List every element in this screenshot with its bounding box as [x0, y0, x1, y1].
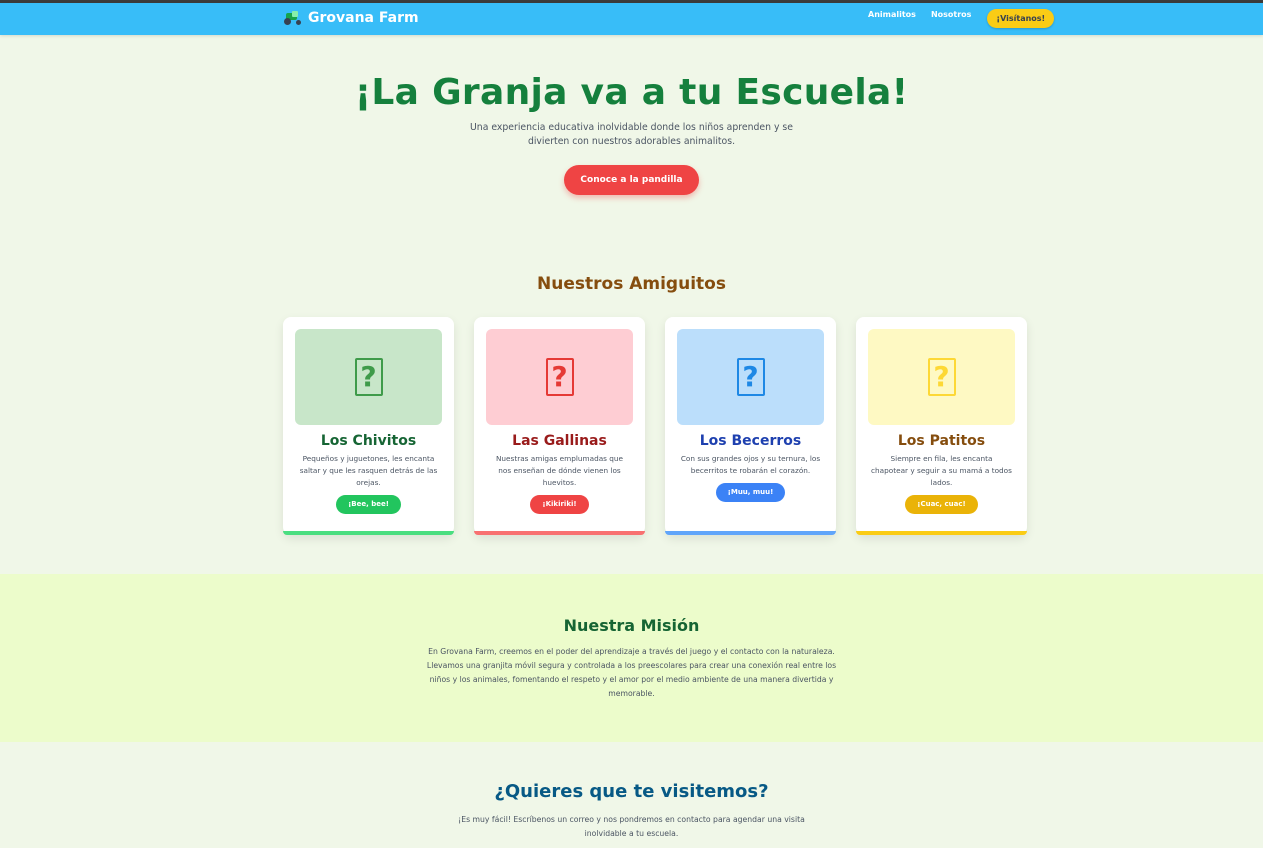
- animal-card-gallinas: ? Las Gallinas Nuestras amigas emplumada…: [474, 317, 645, 535]
- animal-card-becerros: ? Los Becerros Con sus grandes ojos y su…: [665, 317, 836, 535]
- nav-link-nosotros[interactable]: Nosotros: [931, 10, 971, 19]
- tractor-icon: [284, 11, 302, 25]
- card-image: ?: [295, 329, 442, 425]
- sound-button[interactable]: ¡Muu, muu!: [715, 483, 786, 502]
- mission-title: Nuestra Misión: [563, 616, 700, 635]
- card-description: Siempre en fila, les encanta chapotear y…: [871, 454, 1012, 487]
- hero-subtitle: Una experiencia educativa inolvidable do…: [470, 122, 793, 147]
- card-title: Los Chivitos: [320, 433, 417, 449]
- brand-logo[interactable]: Grovana Farm: [284, 10, 419, 26]
- animal-cards: ? Los Chivitos Pequeños y juguetones, le…: [283, 317, 1027, 535]
- card-accent-bar: [474, 531, 645, 535]
- site-header: Grovana Farm Animalitos Nosotros ¡Visíta…: [0, 3, 1263, 35]
- missing-glyph-icon: ?: [736, 358, 765, 396]
- card-description: Con sus grandes ojos y su ternura, los b…: [680, 454, 821, 475]
- brand-name: Grovana Farm: [308, 10, 419, 26]
- card-title: Las Gallinas: [512, 433, 607, 449]
- visit-us-button[interactable]: ¡Visítanos!: [987, 9, 1055, 28]
- card-description: Pequeños y juguetones, les encanta salta…: [299, 454, 438, 487]
- sound-button[interactable]: ¡Bee, bee!: [336, 495, 401, 514]
- missing-glyph-icon: ?: [927, 358, 956, 396]
- card-image: ?: [486, 329, 633, 425]
- hero-title: ¡La Granja va a tu Escuela!: [354, 72, 909, 113]
- friends-title: Nuestros Amiguitos: [537, 274, 726, 294]
- card-title: Los Patitos: [897, 433, 986, 449]
- hero-section: ¡La Granja va a tu Escuela! Una experien…: [0, 72, 1263, 195]
- animal-card-chivitos: ? Los Chivitos Pequeños y juguetones, le…: [283, 317, 454, 535]
- contact-text: ¡Es muy fácil! Escríbenos un correo y no…: [458, 815, 805, 838]
- main-nav: Animalitos Nosotros ¡Visítanos!: [868, 9, 1055, 28]
- nav-link-animalitos[interactable]: Animalitos: [868, 10, 916, 19]
- mission-section: Nuestra Misión En Grovana Farm, creemos …: [0, 574, 1263, 742]
- card-image: ?: [868, 329, 1015, 425]
- missing-glyph-icon: ?: [545, 358, 574, 396]
- sound-button[interactable]: ¡Cuac, cuac!: [905, 495, 978, 514]
- animal-card-patitos: ? Los Patitos Siempre en fila, les encan…: [856, 317, 1027, 535]
- mission-text: En Grovana Farm, creemos en el poder del…: [426, 647, 837, 698]
- contact-section: ¿Quieres que te visitemos? ¡Es muy fácil…: [0, 781, 1263, 841]
- card-accent-bar: [283, 531, 454, 535]
- card-image: ?: [677, 329, 824, 425]
- card-accent-bar: [856, 531, 1027, 535]
- card-description: Nuestras amigas emplumadas que nos enseñ…: [495, 454, 624, 487]
- card-accent-bar: [665, 531, 836, 535]
- missing-glyph-icon: ?: [354, 358, 383, 396]
- sound-button[interactable]: ¡Kikiriki!: [530, 495, 589, 514]
- contact-title: ¿Quieres que te visitemos?: [494, 781, 769, 802]
- card-title: Los Becerros: [699, 433, 802, 449]
- meet-gang-button[interactable]: Conoce a la pandilla: [564, 165, 699, 195]
